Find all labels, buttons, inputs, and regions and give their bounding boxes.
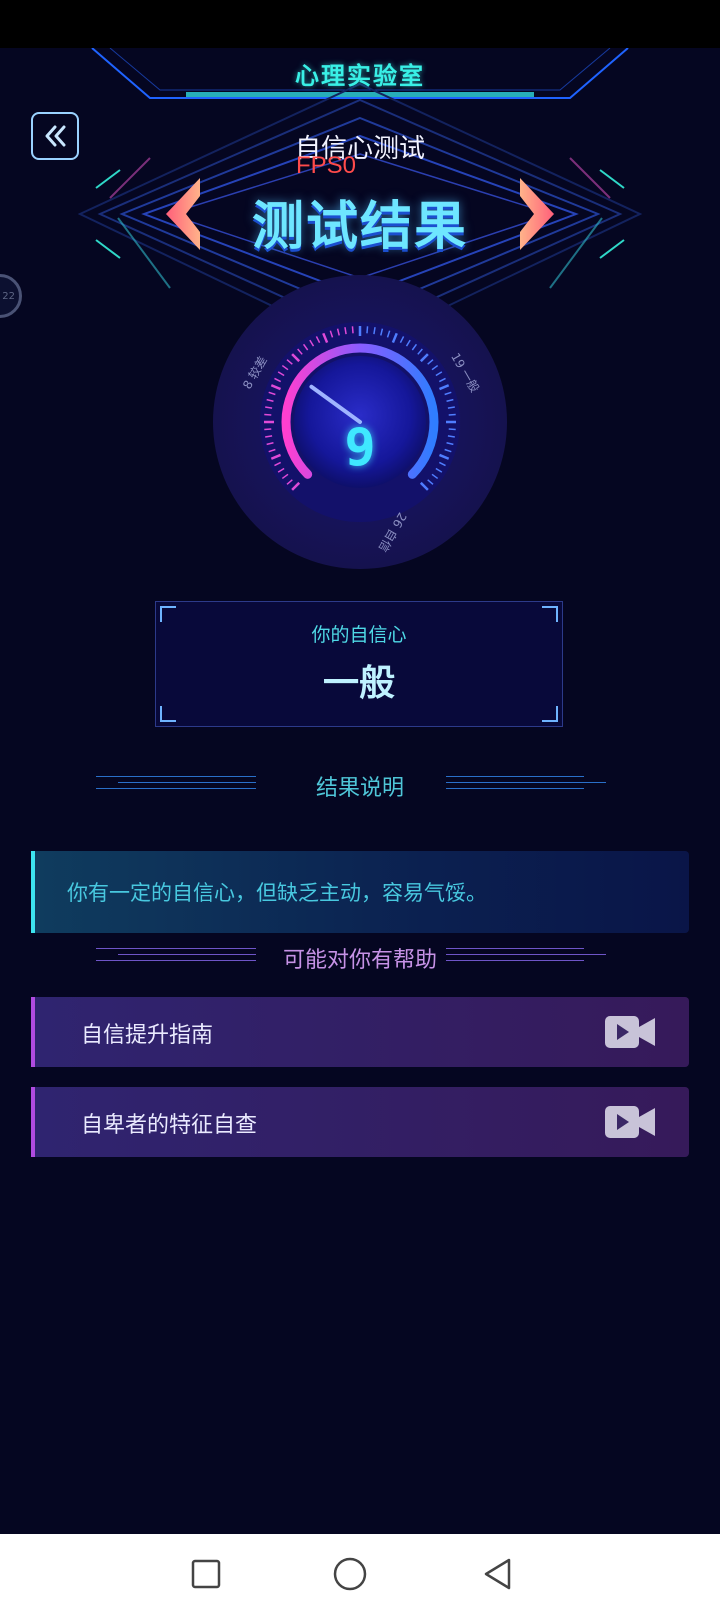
heading-lines-right [446, 946, 606, 968]
gauge-tick [448, 413, 456, 416]
help-heading: 可能对你有帮助 [0, 938, 720, 978]
help-title: 可能对你有帮助 [282, 948, 437, 973]
system-navigation-bar [0, 1534, 720, 1612]
gauge-tick [366, 326, 369, 334]
home-button[interactable] [330, 1554, 370, 1594]
test-name: 自信心测试 [294, 134, 425, 164]
gauge-tick [264, 413, 272, 416]
video-icon [605, 1016, 655, 1048]
floating-assist-label: 22 [2, 290, 15, 302]
explanation-title: 结果说明 [315, 776, 404, 801]
score-gauge: 8 较差 19 一般 26 自信 9 [210, 272, 510, 572]
explanation-text: 你有一定的自信心，但缺乏主动，容易气馁。 [67, 881, 487, 905]
score-value: 9 [344, 418, 376, 478]
result-card: 你的自信心 一般 [155, 601, 563, 727]
circle-icon [333, 1557, 367, 1591]
explanation-card: 你有一定的自信心，但缺乏主动，容易气馁。 [31, 851, 689, 933]
help-item-label: 自信提升指南 [81, 1023, 214, 1048]
back-nav-button[interactable] [478, 1554, 518, 1594]
fps-counter: FPS0 [296, 152, 357, 179]
result-label: 你的自信心 [311, 624, 407, 646]
app-title: 心理实验室 [295, 62, 425, 90]
app-screen: 心理实验室 22 自信心测试 FPS0 测试结果 8 较差 19 一般 26 自… [0, 48, 720, 1534]
explanation-heading: 结果说明 [0, 766, 720, 806]
help-item-label: 自卑者的特征自查 [81, 1113, 258, 1138]
gauge-tick [351, 326, 354, 334]
corner-decoration [542, 706, 558, 722]
heading-lines-right [446, 774, 606, 796]
status-bar [0, 0, 720, 48]
help-item-self-check[interactable]: 自卑者的特征自查 [31, 1087, 689, 1157]
triangle-back-icon [484, 1558, 511, 1590]
corner-decoration [160, 706, 176, 722]
help-item-confidence-guide[interactable]: 自信提升指南 [31, 997, 689, 1067]
square-icon [191, 1559, 221, 1589]
result-level: 一般 [322, 663, 395, 704]
video-icon [605, 1106, 655, 1138]
recent-apps-button[interactable] [186, 1554, 226, 1594]
page-title: 测试结果 [251, 197, 468, 257]
